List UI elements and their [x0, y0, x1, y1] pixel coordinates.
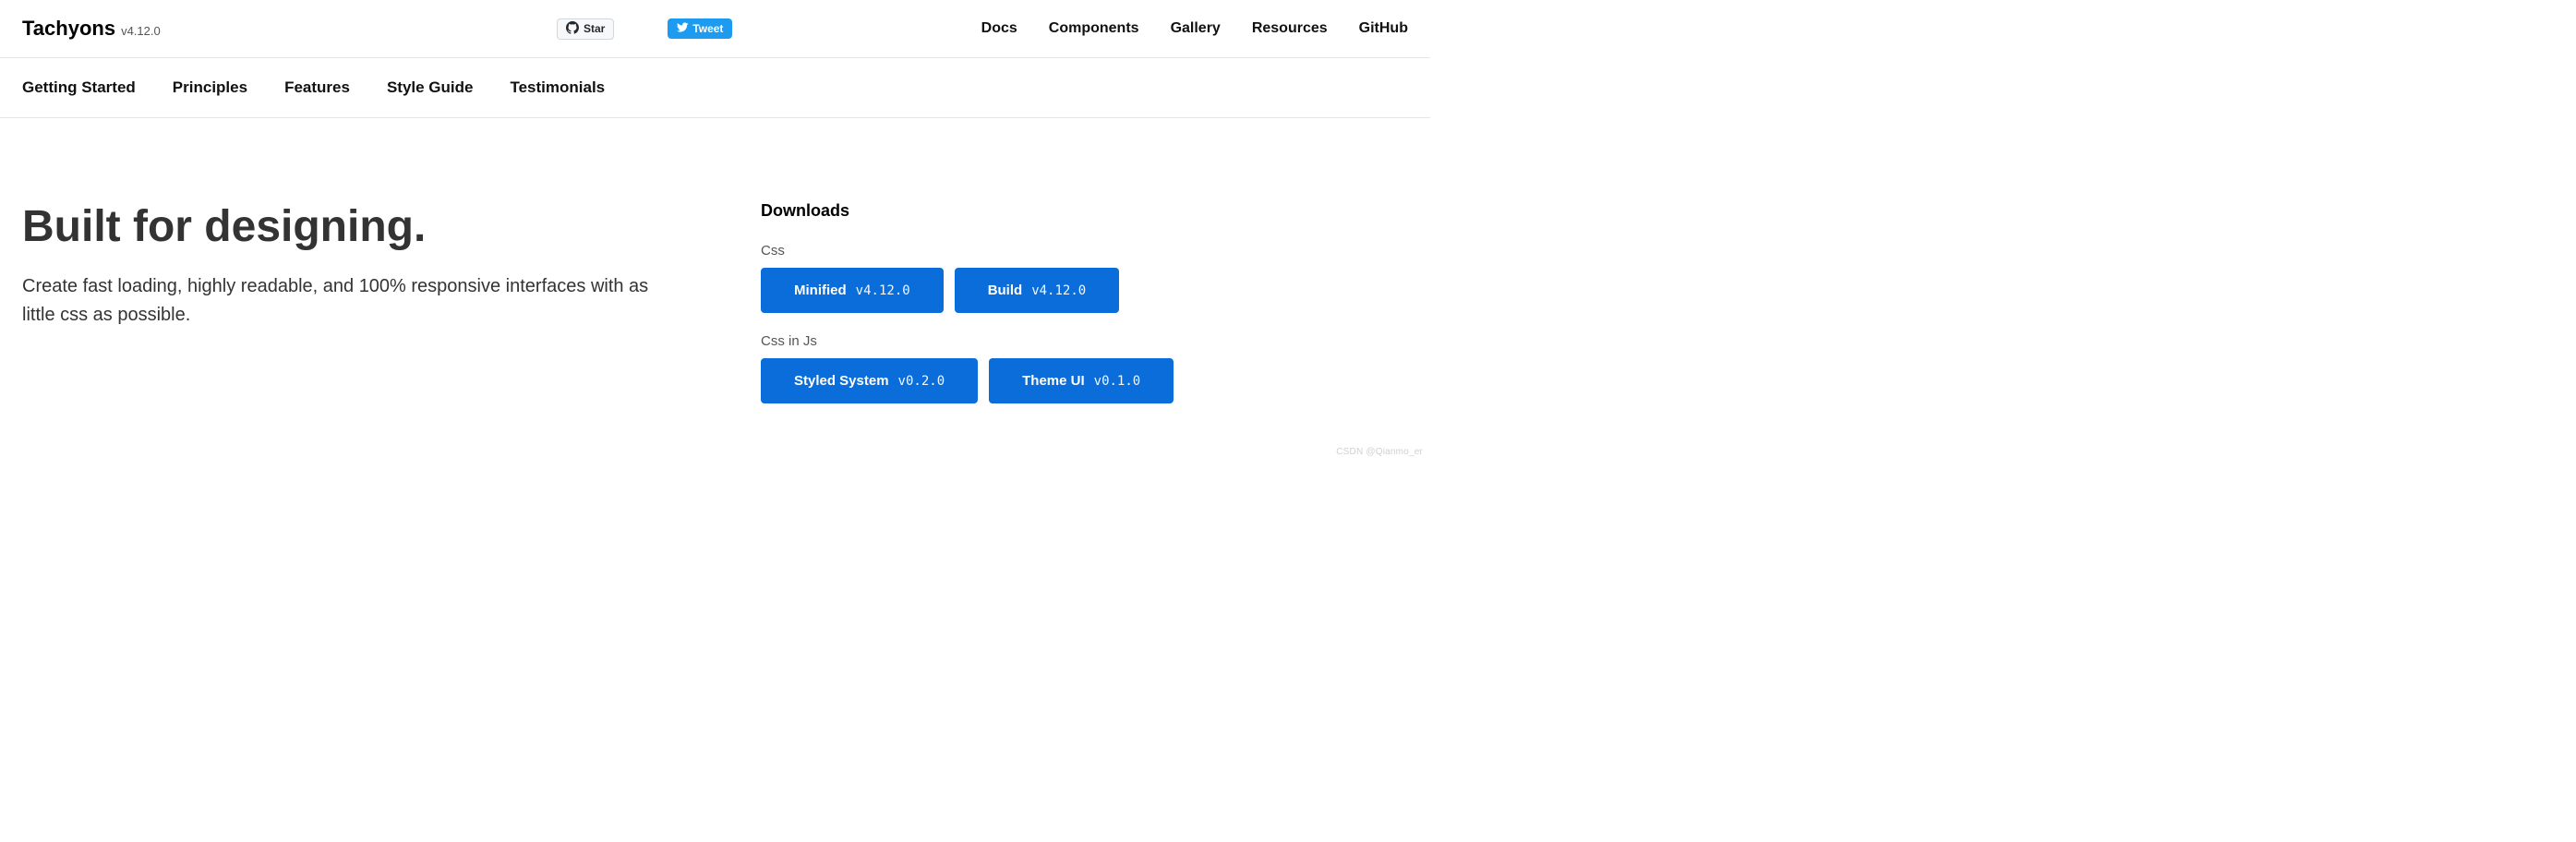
top-header: Tachyons v4.12.0 Star Tweet Docs Compone…: [0, 0, 1430, 58]
download-button-label: Minified: [794, 283, 847, 298]
hero-subtitle: Create fast loading, highly readable, an…: [22, 272, 650, 330]
download-theme-ui-button[interactable]: Theme UI v0.1.0: [989, 358, 1174, 403]
subnav-features[interactable]: Features: [284, 78, 350, 97]
download-build-button[interactable]: Build v4.12.0: [955, 268, 1120, 313]
subnav-style-guide[interactable]: Style Guide: [387, 78, 474, 97]
hero-title: Built for designing.: [22, 201, 705, 252]
subnav-principles[interactable]: Principles: [173, 78, 247, 97]
download-button-version: v0.1.0: [1094, 374, 1141, 389]
download-group-label: Css: [761, 243, 1408, 259]
subnav-testimonials[interactable]: Testimonials: [510, 78, 605, 97]
twitter-tweet-button[interactable]: Tweet: [668, 18, 732, 39]
download-button-version: v4.12.0: [856, 283, 910, 298]
nav-gallery[interactable]: Gallery: [1171, 20, 1221, 37]
github-icon: [566, 21, 579, 37]
hero-left: Built for designing. Create fast loading…: [22, 201, 705, 424]
download-button-label: Styled System: [794, 373, 889, 389]
twitter-icon: [677, 21, 689, 36]
download-minified-button[interactable]: Minified v4.12.0: [761, 268, 944, 313]
social-buttons: Star Tweet: [409, 18, 732, 40]
brand-version: v4.12.0: [121, 24, 161, 38]
github-star-label: Star: [584, 22, 605, 35]
watermark: CSDN @Qianmo_er: [1336, 447, 1423, 457]
nav-docs[interactable]: Docs: [981, 20, 1017, 37]
brand-name: Tachyons: [22, 17, 115, 41]
twitter-tweet-label: Tweet: [692, 22, 723, 35]
download-row: Minified v4.12.0 Build v4.12.0: [761, 268, 1408, 313]
downloads-section: Downloads Css Minified v4.12.0 Build v4.…: [761, 201, 1408, 424]
download-group-cssinjs: Css in Js Styled System v0.2.0 Theme UI …: [761, 333, 1408, 403]
download-group-css: Css Minified v4.12.0 Build v4.12.0: [761, 243, 1408, 313]
download-button-label: Build: [988, 283, 1023, 298]
download-button-label: Theme UI: [1022, 373, 1085, 389]
github-star-button[interactable]: Star: [557, 18, 614, 40]
download-styled-system-button[interactable]: Styled System v0.2.0: [761, 358, 978, 403]
subnav-getting-started[interactable]: Getting Started: [22, 78, 136, 97]
main-nav: Docs Components Gallery Resources GitHub: [981, 20, 1408, 37]
download-button-version: v0.2.0: [898, 374, 945, 389]
nav-components[interactable]: Components: [1049, 20, 1139, 37]
nav-resources[interactable]: Resources: [1252, 20, 1328, 37]
downloads-heading: Downloads: [761, 201, 1408, 221]
download-row: Styled System v0.2.0 Theme UI v0.1.0: [761, 358, 1408, 403]
brand[interactable]: Tachyons v4.12.0: [22, 17, 161, 41]
download-button-version: v4.12.0: [1031, 283, 1086, 298]
hero-section: Built for designing. Create fast loading…: [0, 118, 1430, 461]
download-group-label: Css in Js: [761, 333, 1408, 349]
nav-github[interactable]: GitHub: [1359, 20, 1408, 37]
sub-nav: Getting Started Principles Features Styl…: [0, 58, 1430, 118]
